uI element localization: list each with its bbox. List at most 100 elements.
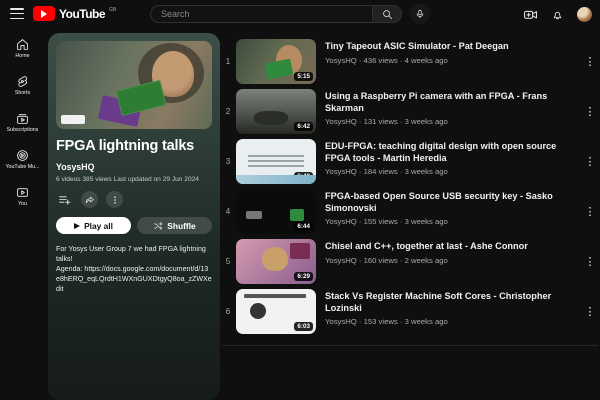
video-title[interactable]: Chisel and C++, together at last - Ashe … [325, 241, 582, 253]
video-row[interactable]: 2 6:42 Using a Raspberry Pi camera with … [222, 86, 598, 136]
logo-region-label: GB [109, 7, 116, 13]
video-meta: YosysHQ · 160 views · 2 weeks ago [325, 256, 582, 265]
play-all-button[interactable]: Play all [56, 217, 131, 234]
list-divider [222, 345, 598, 346]
playlist-panel: FPGA lightning talks YosysHQ 6 videos 38… [48, 33, 220, 400]
video-thumbnail[interactable]: 6:40 [236, 139, 316, 184]
video-meta: YosysHQ · 153 views · 3 weeks ago [325, 317, 582, 326]
video-meta: YosysHQ · 184 views · 3 weeks ago [325, 167, 582, 176]
sidebar-item-home[interactable]: Home [0, 30, 45, 67]
video-meta: YosysHQ · 155 views · 3 weeks ago [325, 217, 582, 226]
video-row[interactable]: 5 6:29 Chisel and C++, together at last … [222, 236, 598, 286]
duration-badge: 6:44 [294, 222, 313, 231]
kebab-icon [110, 195, 120, 205]
shuffle-button[interactable]: Shuffle [137, 217, 212, 234]
sidebar-item-label: YouTube Mu... [5, 164, 39, 170]
create-video-icon [523, 7, 538, 22]
description-line: For Yosys User Group 7 we had FPGA light… [56, 245, 212, 265]
video-thumbnail[interactable]: 6:29 [236, 239, 316, 284]
video-row[interactable]: 1 5:15 Tiny Tapeout ASIC Simulator - Pat… [222, 36, 598, 86]
duration-badge: 6:42 [294, 122, 313, 131]
video-title[interactable]: Stack Vs Register Machine Soft Cores - C… [325, 291, 582, 314]
play-icon [74, 223, 80, 229]
video-more-icon[interactable]: ⋮ [582, 205, 598, 218]
playlist-thumbnail[interactable] [56, 41, 212, 129]
video-index: 3 [222, 157, 234, 166]
video-meta: YosysHQ · 436 views · 4 weeks ago [325, 56, 582, 65]
logo-wordmark: YouTube [59, 7, 105, 21]
sidebar-item-subscriptions[interactable]: Subscriptions [0, 104, 45, 141]
video-index: 1 [222, 57, 234, 66]
sidebar-item-youtube-music[interactable]: YouTube Mu... [0, 141, 45, 178]
thumbnail-art [116, 80, 167, 116]
save-playlist-button[interactable] [56, 191, 73, 208]
sidebar-item-you[interactable]: You [0, 178, 45, 215]
topbar-actions [523, 4, 592, 24]
sidebar-item-label: Shorts [15, 90, 30, 96]
video-title[interactable]: EDU-FPGA: teaching digital design with o… [325, 141, 582, 164]
playlist-channel[interactable]: YosysHQ [56, 162, 212, 172]
youtube-play-icon [33, 6, 55, 21]
subscriptions-icon [16, 112, 29, 125]
playlist-buttons: Play all Shuffle [56, 217, 212, 234]
video-more-icon[interactable]: ⋮ [582, 105, 598, 118]
video-row[interactable]: 4 6:44 FPGA-based Open Source USB securi… [222, 186, 598, 236]
video-thumbnail[interactable]: 6:42 [236, 89, 316, 134]
video-info: EDU-FPGA: teaching digital design with o… [325, 136, 582, 176]
search-bar [150, 4, 430, 24]
playlist-video-list: 1 5:15 Tiny Tapeout ASIC Simulator - Pat… [222, 36, 598, 346]
video-more-icon[interactable]: ⋮ [582, 155, 598, 168]
playlist-thumbnail-badge [61, 115, 85, 124]
video-info: Stack Vs Register Machine Soft Cores - C… [325, 286, 582, 326]
microphone-icon [415, 9, 425, 19]
video-more-icon[interactable]: ⋮ [582, 255, 598, 268]
home-icon [16, 38, 29, 51]
search-button[interactable] [372, 5, 402, 23]
share-button[interactable] [81, 191, 98, 208]
mini-sidebar: Home Shorts Subscriptions YouTube Mu... … [0, 30, 45, 215]
youtube-logo[interactable]: YouTube GB [33, 6, 116, 21]
video-more-icon[interactable]: ⋮ [582, 305, 598, 318]
sidebar-item-label: Subscriptions [7, 127, 39, 133]
description-link[interactable]: Agenda: https://docs.google.com/document… [56, 265, 212, 295]
search-input[interactable] [150, 5, 372, 23]
shuffle-icon [153, 221, 163, 231]
video-thumbnail[interactable]: 6:03 [236, 289, 316, 334]
video-title[interactable]: Using a Raspberry Pi camera with an FPGA… [325, 91, 582, 114]
menu-icon[interactable] [10, 8, 24, 19]
shuffle-label: Shuffle [167, 221, 195, 231]
create-button[interactable] [523, 7, 538, 22]
playlist-title: FPGA lightning talks [56, 138, 212, 154]
video-index: 6 [222, 307, 234, 316]
video-meta: YosysHQ · 131 views · 3 weeks ago [325, 117, 582, 126]
video-thumbnail[interactable]: 6:44 [236, 189, 316, 234]
sidebar-item-shorts[interactable]: Shorts [0, 67, 45, 104]
video-index: 5 [222, 257, 234, 266]
share-icon [85, 195, 95, 205]
account-avatar[interactable] [577, 7, 592, 22]
youtube-music-icon [16, 149, 29, 162]
you-icon [16, 186, 29, 199]
video-index: 2 [222, 107, 234, 116]
video-row[interactable]: 3 6:40 EDU-FPGA: teaching digital design… [222, 136, 598, 186]
video-title[interactable]: Tiny Tapeout ASIC Simulator - Pat Deegan [325, 41, 582, 53]
search-icon [382, 9, 393, 20]
video-title[interactable]: FPGA-based Open Source USB security key … [325, 191, 582, 214]
video-info: Using a Raspberry Pi camera with an FPGA… [325, 86, 582, 126]
voice-search-button[interactable] [410, 4, 430, 24]
save-playlist-icon [58, 193, 71, 206]
video-row[interactable]: 6 6:03 Stack Vs Register Machine Soft Co… [222, 286, 598, 336]
notifications-button[interactable] [551, 8, 564, 21]
playlist-stats: 6 videos 385 views Last updated on 29 Ju… [56, 176, 212, 183]
bell-icon [551, 8, 564, 21]
playlist-description: For Yosys User Group 7 we had FPGA light… [56, 245, 212, 295]
video-thumbnail[interactable]: 5:15 [236, 39, 316, 84]
video-more-icon[interactable]: ⋮ [582, 55, 598, 68]
video-info: Tiny Tapeout ASIC Simulator - Pat Deegan… [325, 36, 582, 65]
top-app-bar: YouTube GB [0, 0, 600, 28]
sidebar-item-label: Home [15, 53, 29, 59]
play-all-label: Play all [84, 221, 113, 231]
playlist-action-icons [56, 191, 212, 208]
playlist-more-button[interactable] [106, 191, 123, 208]
duration-badge: 5:15 [294, 72, 313, 81]
